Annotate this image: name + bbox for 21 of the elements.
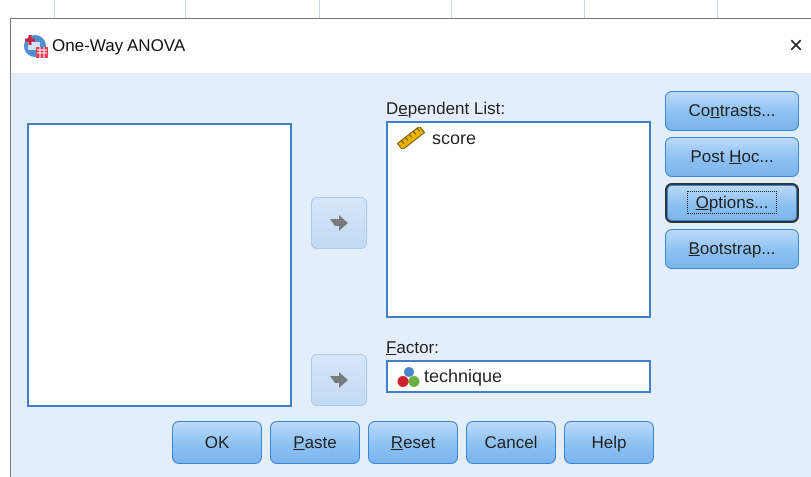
- arrow-icon: [329, 215, 349, 231]
- arrow-icon: [329, 372, 349, 388]
- dialog-button[interactable]: Paste: [270, 421, 360, 464]
- dependent-list[interactable]: score: [386, 121, 651, 318]
- factor-field[interactable]: technique: [386, 360, 651, 393]
- app-icon: [23, 33, 49, 59]
- field-label: Dependent List:: [386, 99, 506, 119]
- field-label: Factor:: [386, 338, 440, 358]
- dialog-button[interactable]: Contrasts...: [665, 91, 799, 131]
- dialog-button[interactable]: Post Hoc...: [665, 137, 799, 177]
- balls-icon: [396, 366, 422, 388]
- window-title: One-Way ANOVA: [52, 36, 186, 56]
- dialog-button[interactable]: Reset: [368, 421, 458, 464]
- variable-list[interactable]: [27, 123, 292, 407]
- list-item[interactable]: score: [432, 128, 476, 148]
- close-button[interactable]: ×: [788, 32, 803, 60]
- dialog-button[interactable]: OK: [172, 421, 262, 464]
- dialog-button[interactable]: Options...: [665, 183, 799, 223]
- dialog-button[interactable]: Bootstrap...: [665, 229, 799, 269]
- dialog-button[interactable]: Cancel: [466, 421, 556, 464]
- dialog-button[interactable]: Help: [564, 421, 654, 464]
